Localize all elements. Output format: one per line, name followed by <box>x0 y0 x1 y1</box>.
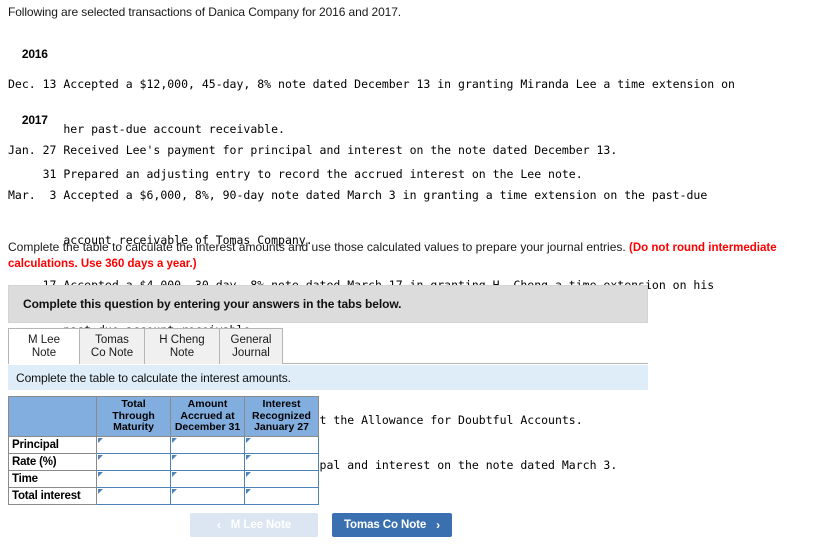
instruction-text: Complete the table to calculate the inte… <box>8 240 808 272</box>
tab-info-text: Complete the table to calculate the inte… <box>16 371 291 385</box>
input-cell[interactable] <box>170 435 245 454</box>
table-head: Total Through Maturity Amount Accrued at… <box>8 396 319 437</box>
tab-label: Tomas Co Note <box>90 333 134 359</box>
table-row: Time <box>8 469 319 488</box>
table-row: Principal <box>8 435 319 454</box>
tabs-row: M Lee Note Tomas Co Note H Cheng Note Ge… <box>8 328 283 365</box>
input-cell[interactable] <box>170 486 245 505</box>
column-header-total-through-maturity: Total Through Maturity <box>96 396 171 437</box>
tab-strip: M Lee Note Tomas Co Note H Cheng Note Ge… <box>8 328 648 365</box>
prev-tab-label: M Lee Note <box>230 519 292 531</box>
input-cell[interactable] <box>170 452 245 471</box>
input-cell[interactable] <box>244 486 319 505</box>
intro-text: Following are selected transactions of D… <box>8 5 402 19</box>
row-label-total-interest: Total interest <box>8 486 97 505</box>
tab-label: General Journal <box>230 333 272 359</box>
table-header-row: Total Through Maturity Amount Accrued at… <box>8 396 319 437</box>
tab-navigation: ‹ M Lee Note Tomas Co Note › <box>0 513 826 541</box>
input-cell[interactable] <box>96 452 171 471</box>
tab-general-journal[interactable]: General Journal <box>219 328 283 364</box>
table-body: Principal Rate (%) Time Total interest <box>8 435 319 505</box>
table-row: Total interest <box>8 486 319 505</box>
transaction-line: Mar. 3 Accepted a $6,000, 8%, 90-day not… <box>8 188 708 202</box>
year-heading-2017: 2017 <box>21 113 48 127</box>
transaction-line: Jan. 27 Received Lee's payment for princ… <box>8 143 618 157</box>
chevron-left-icon: ‹ <box>216 518 221 532</box>
transaction-line: Dec. 13 Accepted a $12,000, 45-day, 8% n… <box>8 77 735 91</box>
chevron-right-icon: › <box>436 518 441 532</box>
question-banner-text: Complete this question by entering your … <box>23 297 402 311</box>
next-tab-button[interactable]: Tomas Co Note › <box>332 513 452 537</box>
column-header-amount-accrued-december-31: Amount Accrued at December 31 <box>170 396 245 437</box>
table-corner-header <box>8 396 97 437</box>
tab-label: M Lee Note <box>28 333 60 359</box>
year-heading-2016: 2016 <box>21 47 48 61</box>
column-header-interest-recognized-january-27: Interest Recognized January 27 <box>244 396 319 437</box>
tab-tomas-co-note[interactable]: Tomas Co Note <box>79 328 145 364</box>
row-label-time: Time <box>8 469 97 488</box>
tab-info-bar: Complete the table to calculate the inte… <box>8 365 648 390</box>
interest-calculation-table: Total Through Maturity Amount Accrued at… <box>8 396 319 505</box>
prev-tab-button[interactable]: ‹ M Lee Note <box>190 513 318 537</box>
row-label-rate: Rate (%) <box>8 452 97 471</box>
row-label-principal: Principal <box>8 435 97 454</box>
tab-label: H Cheng Note <box>159 333 205 359</box>
input-cell[interactable] <box>96 486 171 505</box>
input-cell[interactable] <box>244 435 319 454</box>
question-banner: Complete this question by entering your … <box>8 285 648 323</box>
instruction-main: Complete the table to calculate the inte… <box>8 240 626 254</box>
input-cell[interactable] <box>96 435 171 454</box>
input-cell[interactable] <box>170 469 245 488</box>
table-row: Rate (%) <box>8 452 319 471</box>
input-cell[interactable] <box>96 469 171 488</box>
tab-m-lee-note[interactable]: M Lee Note <box>8 328 80 365</box>
tab-h-cheng-note[interactable]: H Cheng Note <box>144 328 220 364</box>
next-tab-label: Tomas Co Note <box>343 519 427 531</box>
input-cell[interactable] <box>244 469 319 488</box>
input-cell[interactable] <box>244 452 319 471</box>
